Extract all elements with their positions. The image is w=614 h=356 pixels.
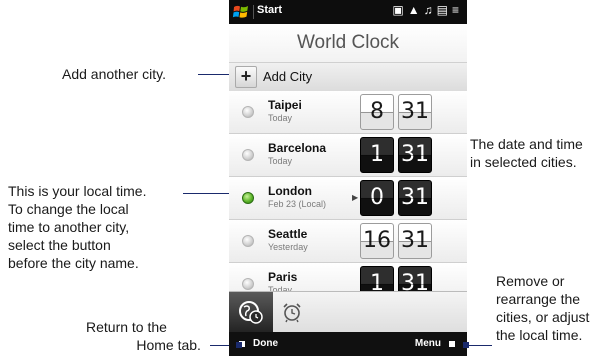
annotation-local-line-4: select the button: [8, 237, 111, 253]
add-city-button[interactable]: + Add City: [229, 62, 467, 92]
annotation-remove-line-1: Remove or: [496, 273, 565, 289]
connectivity-icon: ▣: [392, 3, 408, 17]
city-row-taipei[interactable]: Taipei Today 8 31: [229, 91, 467, 134]
annotation-local-line-3: time to another city,: [8, 219, 130, 235]
menu-marker: [449, 341, 455, 347]
phone-screen: Start ▣▲♫▤≡ World Clock + Add City Taipe…: [229, 0, 467, 356]
annotation-home-line-1: Return to the: [86, 319, 167, 335]
hour-tile: 16: [360, 223, 394, 259]
status-separator: [253, 5, 254, 19]
callout-line-local-time: [183, 193, 235, 194]
hour-tile: 8: [360, 94, 394, 130]
annotation-date-time-line-2: in selected cities.: [470, 154, 577, 170]
annotation-remove-line-2: rearrange the: [496, 291, 581, 307]
speaker-icon: ♫: [423, 3, 437, 17]
city-row-barcelona[interactable]: Barcelona Today 1 31: [229, 134, 467, 177]
status-bar: Start ▣▲♫▤≡: [229, 0, 467, 24]
local-time-radio[interactable]: [242, 278, 254, 290]
local-indicator-arrow-icon: ▶: [352, 193, 359, 202]
done-softkey[interactable]: Done: [253, 338, 278, 349]
city-name: Paris: [268, 270, 298, 284]
flip-clock: 1 31: [360, 137, 432, 173]
city-name: Seattle: [268, 227, 308, 241]
annotation-date-time: The date and time in selected cities.: [470, 135, 583, 171]
local-time-radio[interactable]: [242, 149, 254, 161]
city-row-london[interactable]: London Feb 23 (Local) ▶ 0 31: [229, 177, 467, 220]
hour-tile: 1: [360, 137, 394, 173]
city-name: Barcelona: [268, 141, 327, 155]
callout-dot-menu: [463, 342, 469, 348]
local-time-radio[interactable]: [242, 106, 254, 118]
city-name: London: [268, 184, 312, 198]
annotation-date-time-line-1: The date and time: [470, 136, 583, 152]
windows-flag-icon[interactable]: [232, 3, 250, 21]
annotation-local-time: This is your local time. To change the l…: [8, 182, 146, 272]
world-clock-icon: [239, 301, 263, 324]
status-icons: ▣▲♫▤≡: [392, 3, 463, 17]
plus-icon: +: [235, 66, 257, 88]
local-time-radio-selected[interactable]: [242, 192, 254, 204]
page-title: World Clock: [229, 24, 467, 62]
flip-clock: 0 31: [360, 180, 432, 216]
flip-clock: 16 31: [360, 223, 432, 259]
minute-tile: 31: [398, 137, 432, 173]
softkey-bar: Done Menu: [229, 332, 467, 356]
minute-tile: 31: [398, 180, 432, 216]
annotation-remove-line-4: the local time.: [496, 327, 583, 343]
city-date: Feb 23 (Local): [268, 199, 327, 209]
annotation-home-tab: Return to the Home tab.: [86, 318, 201, 354]
annotation-home-line-2: Home tab.: [136, 337, 201, 353]
minute-tile: 31: [398, 94, 432, 130]
callout-line-menu: [466, 345, 492, 346]
local-time-radio[interactable]: [242, 235, 254, 247]
alarm-clock-icon: [283, 303, 301, 323]
city-date: Today: [268, 113, 293, 123]
city-date: Yesterday: [268, 242, 308, 252]
annotation-remove: Remove or rearrange the cities, or adjus…: [496, 272, 589, 344]
city-date: Today: [268, 156, 293, 166]
annotation-remove-line-3: cities, or adjust: [496, 309, 590, 325]
city-row-seattle[interactable]: Seattle Yesterday 16 31: [229, 220, 467, 263]
add-city-label: Add City: [263, 69, 313, 84]
tab-bar: [229, 291, 467, 333]
minute-tile: 31: [398, 223, 432, 259]
annotation-local-line-5: before the city name.: [8, 255, 139, 271]
start-label[interactable]: Start: [257, 4, 282, 16]
city-name: Taipei: [268, 98, 302, 112]
tab-world-clock[interactable]: [229, 292, 273, 333]
network-icon: ≡: [451, 3, 463, 17]
menu-softkey[interactable]: Menu: [415, 338, 441, 349]
tab-alarm[interactable]: [281, 301, 303, 328]
signal-icon: ▲: [407, 3, 424, 17]
battery-icon: ▤: [436, 3, 452, 17]
hour-tile: 0: [360, 180, 394, 216]
annotation-local-line-2: To change the local: [8, 201, 129, 217]
annotation-local-line-1: This is your local time.: [8, 183, 147, 199]
annotation-add-city: Add another city.: [62, 66, 167, 82]
callout-dot-home: [236, 342, 242, 348]
flip-clock: 8 31: [360, 94, 432, 130]
